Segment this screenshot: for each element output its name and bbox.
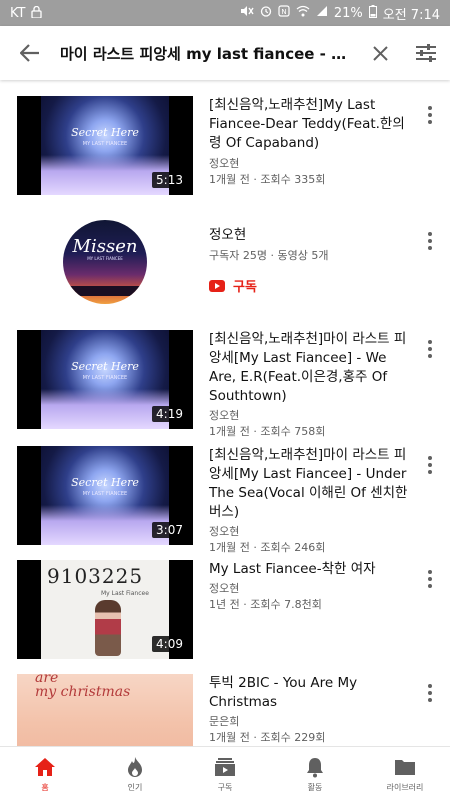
channel-name: 정오현 bbox=[209, 157, 240, 170]
bottom-navigation: 홈 인기 구독 활동 라이브러리 bbox=[0, 746, 450, 800]
video-meta: 1개월 전 · 조회수 246회 bbox=[209, 541, 326, 554]
video-thumbnail[interactable]: Secret Here MY LAST FIANCEE 3:07 bbox=[17, 446, 193, 545]
video-title[interactable]: My Last Fiancee-착한 여자 bbox=[209, 560, 409, 579]
more-options-button[interactable] bbox=[418, 334, 442, 364]
nav-label: 구독 bbox=[217, 783, 233, 792]
clear-search-button[interactable] bbox=[358, 26, 402, 80]
channel-name: 정오현 bbox=[209, 582, 240, 595]
channel-name: 문은희 bbox=[209, 715, 240, 728]
video-title[interactable]: 투빅 2BIC - You Are My Christmas bbox=[209, 674, 409, 712]
channel-name: 정오현 bbox=[209, 409, 240, 422]
video-duration: 3:07 bbox=[152, 522, 187, 538]
album-art-sketch: 9103225 My Last Fiancee bbox=[41, 560, 169, 659]
album-art-moon: Secret Here MY LAST FIANCEE bbox=[41, 96, 169, 195]
nav-label: 홈 bbox=[41, 783, 49, 792]
video-title[interactable]: [최신음악,노래추천]마이 라스트 피앙세[My Last Fiancee] -… bbox=[209, 330, 409, 406]
search-results-list: Secret Here MY LAST FIANCEE 5:13 [최신음악,노… bbox=[0, 80, 450, 746]
video-thumbnail[interactable]: Secret Here MY LAST FIANCEE 4:19 bbox=[17, 330, 193, 429]
home-icon bbox=[34, 754, 56, 780]
nav-activity[interactable]: 활동 bbox=[270, 747, 360, 800]
video-thumbnail[interactable]: are my christmas bbox=[17, 674, 193, 746]
search-bar: 마이 라스트 피앙세 my last fiancee - de... bbox=[0, 26, 450, 80]
status-bar: KT N 21% 오전 7:14 bbox=[0, 0, 450, 26]
album-art-christmas: are my christmas bbox=[17, 674, 193, 746]
mute-icon bbox=[240, 5, 254, 21]
subscribe-button[interactable]: 구독 bbox=[209, 276, 409, 295]
subscriptions-icon bbox=[214, 754, 236, 780]
nav-library[interactable]: 라이브러리 bbox=[360, 747, 450, 800]
video-result[interactable]: Secret Here MY LAST FIANCEE 3:07 [최신음악,노… bbox=[0, 446, 450, 554]
video-meta: 1개월 전 · 조회수 758회 bbox=[209, 425, 326, 438]
folder-icon bbox=[394, 754, 416, 780]
more-options-button[interactable] bbox=[418, 100, 442, 130]
wifi-icon bbox=[296, 5, 310, 21]
video-duration: 5:13 bbox=[152, 172, 187, 188]
nav-label: 라이브러리 bbox=[386, 783, 424, 792]
more-options-button[interactable] bbox=[418, 564, 442, 594]
video-meta: 1개월 전 · 조회수 335회 bbox=[209, 173, 326, 186]
video-result[interactable]: 9103225 My Last Fiancee 4:09 My Last Fia… bbox=[0, 560, 450, 660]
more-options-button[interactable] bbox=[418, 226, 442, 256]
clock-label: 오전 7:14 bbox=[382, 7, 440, 23]
channel-meta: 구독자 25명 · 동영상 5개 bbox=[209, 249, 329, 262]
channel-name: 정오현 bbox=[209, 525, 240, 538]
video-meta: 1년 전 · 조회수 7.8천회 bbox=[209, 598, 322, 611]
channel-avatar[interactable]: Missen MY LAST FIANCEE bbox=[63, 220, 147, 304]
video-thumbnail[interactable]: 9103225 My Last Fiancee 4:09 bbox=[17, 560, 193, 659]
arrow-left-icon bbox=[20, 44, 39, 62]
nav-subscriptions[interactable]: 구독 bbox=[180, 747, 270, 800]
battery-icon bbox=[368, 4, 377, 22]
video-duration: 4:19 bbox=[152, 406, 187, 422]
video-duration: 4:09 bbox=[152, 636, 187, 652]
nav-label: 인기 bbox=[127, 783, 143, 792]
flame-icon bbox=[126, 754, 144, 780]
nav-home[interactable]: 홈 bbox=[0, 747, 90, 800]
alarm-icon bbox=[260, 5, 272, 21]
channel-result[interactable]: Missen MY LAST FIANCEE 정오현 구독자 25명 · 동영상… bbox=[0, 218, 450, 308]
back-button[interactable] bbox=[0, 26, 60, 80]
nav-label: 활동 bbox=[307, 783, 323, 792]
bell-icon bbox=[306, 754, 324, 780]
channel-title[interactable]: 정오현 bbox=[209, 226, 409, 245]
signal-icon bbox=[316, 5, 328, 21]
youtube-logo-icon bbox=[209, 279, 225, 292]
more-options-button[interactable] bbox=[418, 450, 442, 480]
filter-sliders-icon bbox=[416, 44, 436, 62]
search-input[interactable]: 마이 라스트 피앙세 my last fiancee - de... bbox=[60, 43, 358, 64]
svg-text:N: N bbox=[281, 8, 286, 16]
video-meta: 1개월 전 · 조회수 229회 bbox=[209, 731, 326, 744]
album-art-moon: Secret Here MY LAST FIANCEE bbox=[41, 330, 169, 429]
video-thumbnail[interactable]: Secret Here MY LAST FIANCEE 5:13 bbox=[17, 96, 193, 195]
filter-button[interactable] bbox=[402, 26, 450, 80]
lock-icon bbox=[31, 5, 43, 21]
video-title[interactable]: [최신음악,노래추천]My Last Fiancee-Dear Teddy(Fe… bbox=[209, 96, 409, 153]
carrier-label: KT bbox=[10, 5, 26, 21]
video-result[interactable]: Secret Here MY LAST FIANCEE 4:19 [최신음악,노… bbox=[0, 330, 450, 438]
video-title[interactable]: [최신음악,노래추천]마이 라스트 피앙세[My Last Fiancee] -… bbox=[209, 446, 409, 522]
close-icon bbox=[372, 45, 388, 61]
nfc-icon: N bbox=[278, 5, 290, 21]
album-art-moon: Secret Here MY LAST FIANCEE bbox=[41, 446, 169, 545]
battery-label: 21% bbox=[333, 5, 363, 21]
more-options-button[interactable] bbox=[418, 678, 442, 708]
video-result[interactable]: Secret Here MY LAST FIANCEE 5:13 [최신음악,노… bbox=[0, 96, 450, 196]
subscribe-label: 구독 bbox=[233, 280, 257, 295]
video-result[interactable]: are my christmas 투빅 2BIC - You Are My Ch… bbox=[0, 674, 450, 746]
nav-trending[interactable]: 인기 bbox=[90, 747, 180, 800]
